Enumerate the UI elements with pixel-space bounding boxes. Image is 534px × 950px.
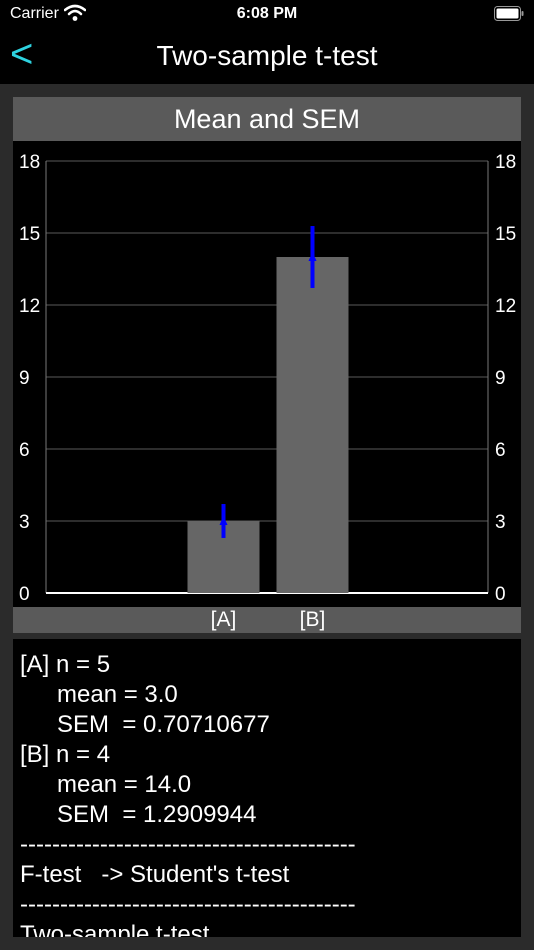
y-tick-label-right: 0 <box>495 584 506 605</box>
result-line: F-test -> Student's t-test <box>20 861 290 888</box>
x-tick-label: [A] <box>210 608 237 631</box>
y-tick-label-left: 12 <box>19 296 40 317</box>
nav-bar: < Two-sample t-test <box>0 28 534 84</box>
bar-chart: 0 0 3 3 6 6 9 9 12 12 15 15 18 18 <box>19 152 516 605</box>
result-line: SEM = 1.2909944 <box>57 801 257 828</box>
y-tick-label-left: 6 <box>19 440 30 461</box>
chart-area: 0 0 3 3 6 6 9 9 12 12 15 15 18 18 <box>13 141 521 607</box>
result-line: SEM = 0.70710677 <box>57 711 270 738</box>
bar-b <box>276 257 349 593</box>
y-tick-label-right: 12 <box>495 296 516 317</box>
result-line: ----------------------------------------… <box>20 831 356 858</box>
result-line: mean = 14.0 <box>57 771 192 798</box>
y-tick-label-right: 15 <box>495 224 516 245</box>
y-tick-label-right: 9 <box>495 368 506 389</box>
x-tick-label: [B] <box>299 608 326 631</box>
status-time: 6:08 PM <box>236 5 298 22</box>
result-line: mean = 3.0 <box>57 681 178 708</box>
y-tick-label-right: 3 <box>495 512 506 533</box>
mean-marker <box>308 252 317 261</box>
y-tick-label-right: 18 <box>495 152 516 173</box>
battery-icon <box>494 6 524 21</box>
chart-title: Mean and SEM <box>13 97 521 141</box>
result-line: ----------------------------------------… <box>20 891 356 918</box>
status-bar: Carrier 6:08 PM <box>0 0 534 28</box>
y-tick-label-right: 6 <box>495 440 506 461</box>
result-line: [B] n = 4 <box>20 741 111 768</box>
y-tick-label-left: 3 <box>19 512 30 533</box>
result-line: [A] n = 5 <box>20 651 111 678</box>
y-tick-label-left: 18 <box>19 152 40 173</box>
page-title: Two-sample t-test <box>156 40 378 71</box>
x-axis-labels: [A] [B] <box>13 607 521 633</box>
y-tick-label-left: 0 <box>19 584 30 605</box>
y-tick-label-left: 9 <box>19 368 30 389</box>
results-panel[interactable]: [A] n = 5 mean = 3.0 SEM = 0.70710677 [B] n… <box>13 639 521 937</box>
result-line: Two-sample t-test <box>20 921 210 937</box>
y-tick-label-left: 15 <box>19 224 40 245</box>
